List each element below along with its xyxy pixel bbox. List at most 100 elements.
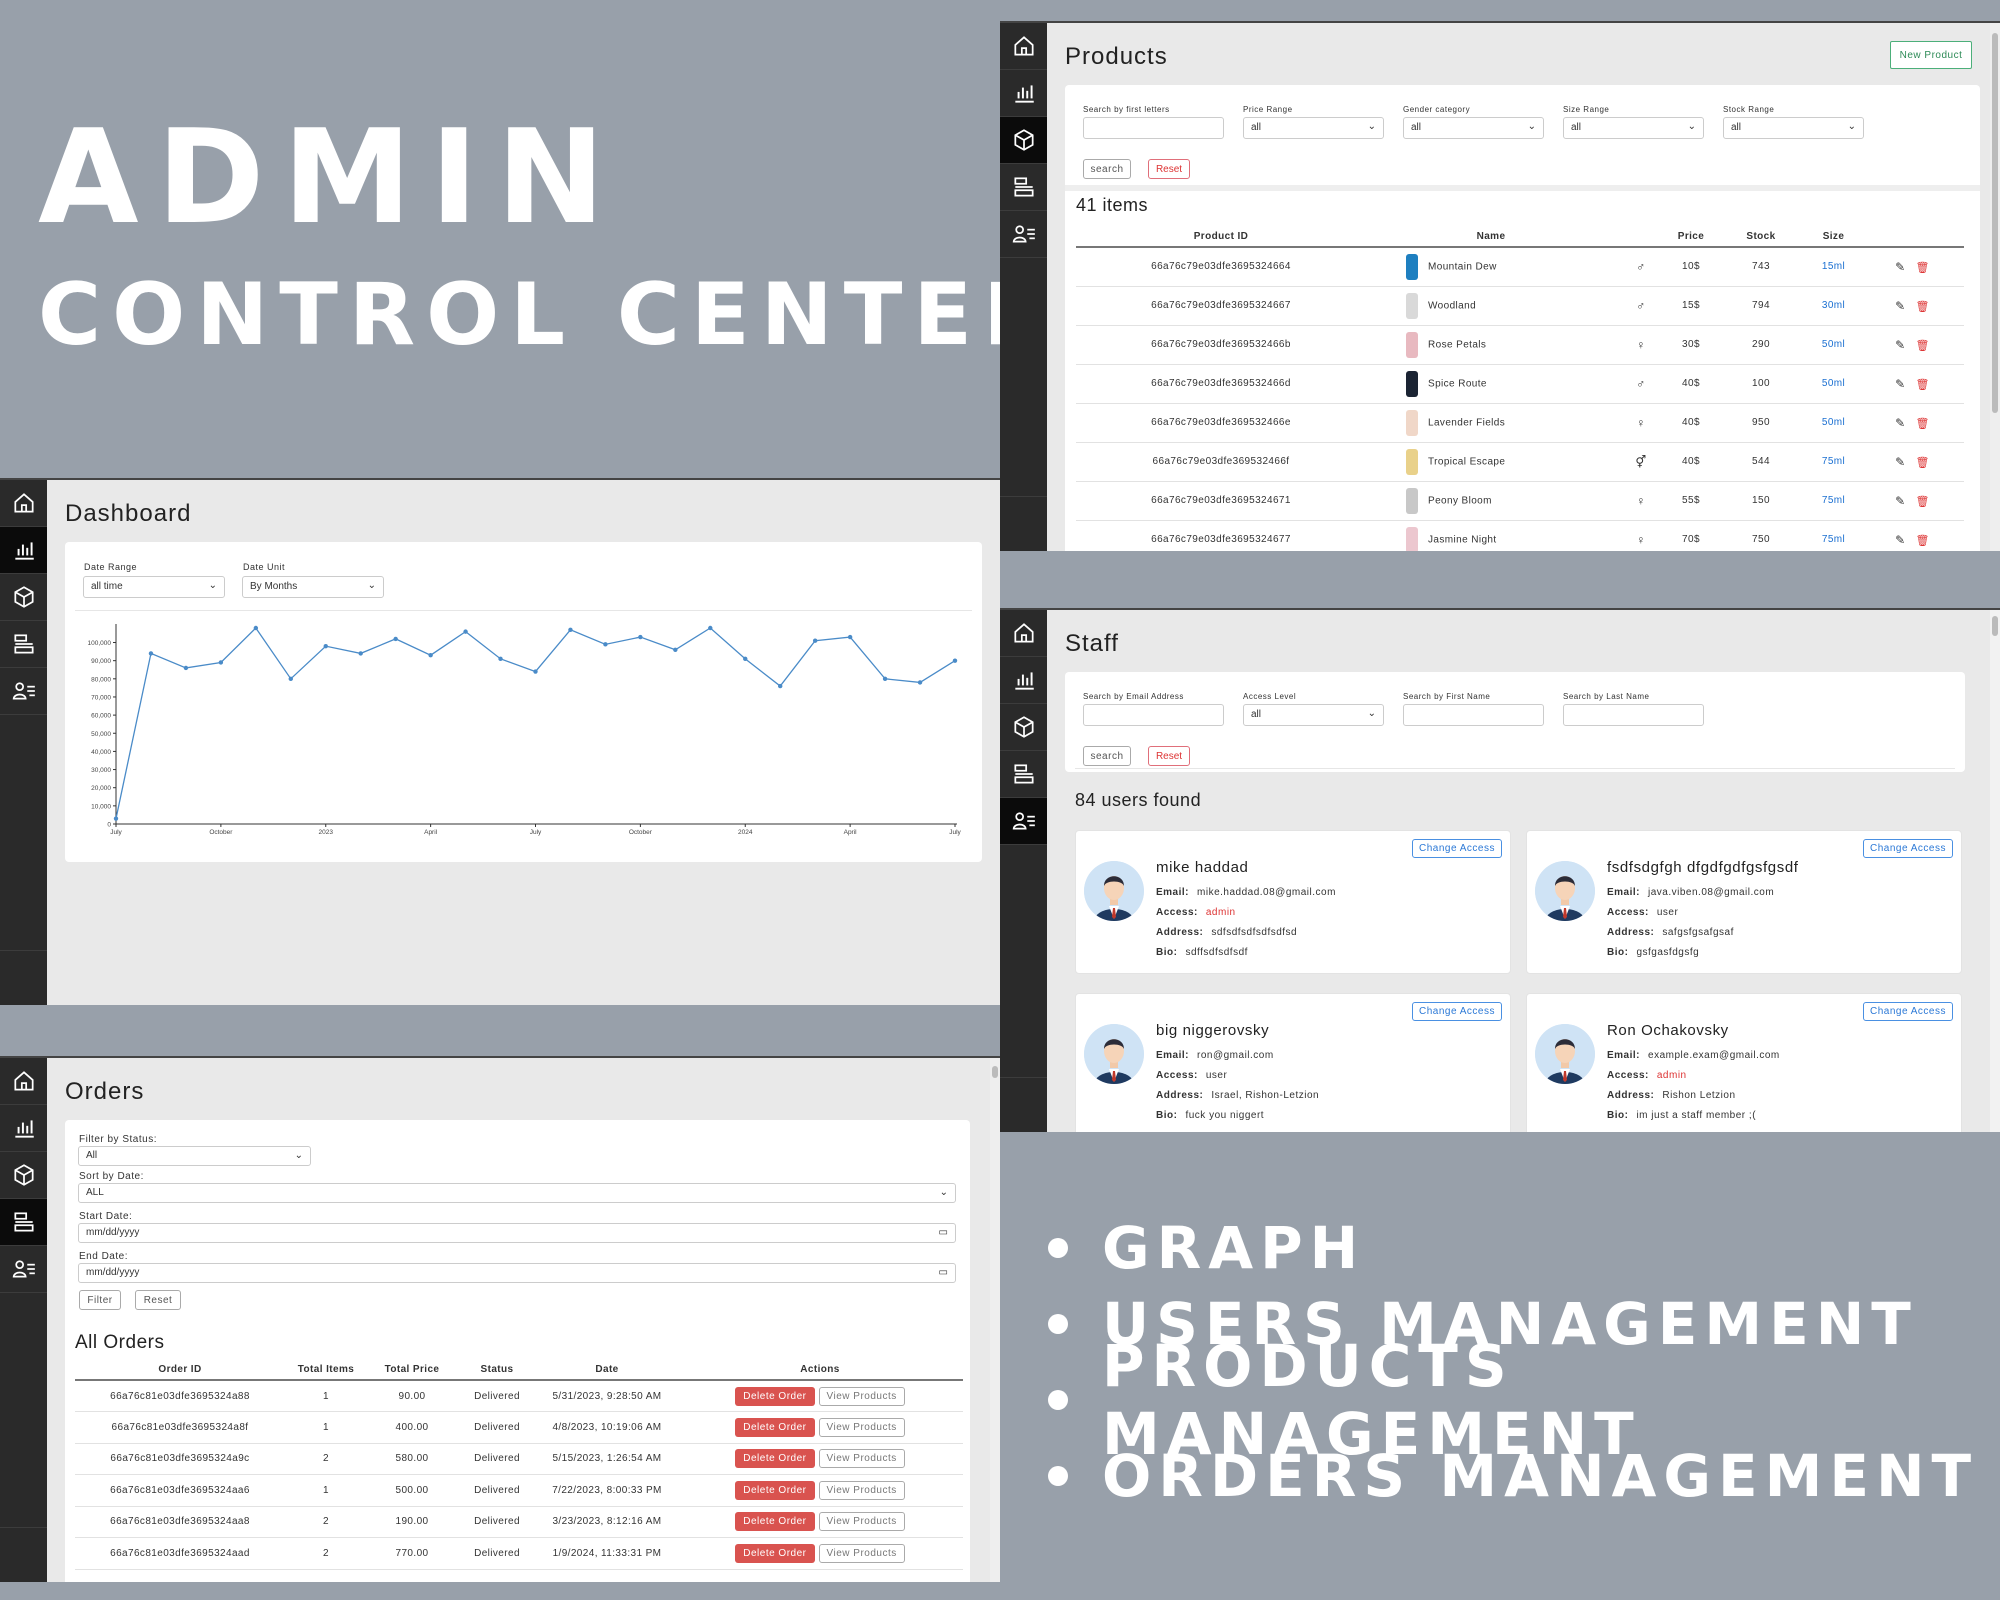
view-products-button[interactable]: View Products	[818, 1417, 905, 1437]
sidebar-item-orders[interactable]	[1000, 751, 1047, 798]
sidebar-item-box[interactable]	[1000, 704, 1047, 751]
trash-icon[interactable]: 🗑	[1916, 496, 1930, 508]
product-image	[1406, 526, 1418, 551]
sidebar-item-staff[interactable]	[0, 668, 47, 715]
delete-order-button[interactable]: Delete Order	[735, 1417, 815, 1437]
search-input[interactable]	[1083, 117, 1224, 139]
scrollbar-thumb[interactable]	[1992, 33, 1998, 413]
sidebar-item-chart[interactable]	[0, 527, 47, 574]
trash-icon[interactable]: 🗑	[1916, 535, 1930, 547]
search-input[interactable]	[1083, 704, 1224, 726]
trash-icon[interactable]: 🗑	[1916, 262, 1930, 274]
sidebar-item-staff[interactable]	[1000, 211, 1047, 258]
access-level-select[interactable]: all ⌄	[1243, 704, 1384, 726]
sidebar-item-orders[interactable]	[0, 621, 47, 668]
logout-button[interactable]	[0, 950, 47, 997]
new-product-button[interactable]: New Product	[1890, 41, 1972, 69]
sidebar-item-home[interactable]	[0, 1058, 47, 1105]
scrollbar[interactable]	[1990, 23, 2000, 551]
view-products-button[interactable]: View Products	[818, 1449, 905, 1469]
sort-select[interactable]: ALL ⌄	[78, 1183, 956, 1203]
sidebar-item-orders[interactable]	[1000, 164, 1047, 211]
search-input[interactable]	[1403, 704, 1544, 726]
end-date-input[interactable]: mm/dd/yyyy ▭	[78, 1263, 956, 1283]
data-point	[743, 656, 748, 662]
delete-order-button[interactable]: Delete Order	[735, 1480, 815, 1500]
sidebar-item-staff[interactable]	[1000, 798, 1047, 845]
trash-icon[interactable]: 🗑	[1916, 418, 1930, 430]
filter-select[interactable]: all ⌄	[1563, 117, 1704, 139]
trash-icon[interactable]: 🗑	[1916, 340, 1930, 352]
edit-icon[interactable]: ✎	[1895, 299, 1905, 313]
edit-icon[interactable]: ✎	[1895, 338, 1905, 352]
calendar-icon[interactable]: ▭	[939, 1267, 948, 1278]
sidebar-item-staff[interactable]	[0, 1246, 47, 1293]
edit-icon[interactable]: ✎	[1895, 260, 1905, 274]
change-access-button[interactable]: Change Access	[1863, 839, 1953, 858]
change-access-button[interactable]: Change Access	[1863, 1002, 1953, 1021]
view-products-button[interactable]: View Products	[818, 1386, 905, 1406]
start-date-input[interactable]: mm/dd/yyyy ▭	[78, 1223, 956, 1243]
edit-icon[interactable]: ✎	[1895, 455, 1905, 469]
reset-button[interactable]: Reset	[135, 1290, 181, 1310]
logout-button[interactable]	[0, 1527, 47, 1574]
table-row[interactable]: 66a76c79e03dfe369532466e Lavender Fields ♀…	[1076, 403, 1964, 443]
table-row[interactable]: 66a76c79e03dfe369532466b Rose Petals ♀ 30$ 2…	[1076, 325, 1964, 365]
search-button[interactable]: search	[1083, 159, 1131, 179]
search-input[interactable]	[1563, 704, 1704, 726]
sidebar-item-orders[interactable]	[0, 1199, 47, 1246]
sidebar-item-chart[interactable]	[1000, 70, 1047, 117]
product-name: Rose Petals	[1428, 339, 1487, 351]
edit-icon[interactable]: ✎	[1895, 533, 1905, 547]
search-button[interactable]: search	[1083, 746, 1131, 766]
status-filter-select[interactable]: All ⌄	[78, 1146, 311, 1166]
sidebar-item-box[interactable]	[0, 1152, 47, 1199]
scrollbar-thumb[interactable]	[992, 1066, 998, 1078]
filter-button[interactable]: Filter	[79, 1290, 121, 1310]
calendar-icon[interactable]: ▭	[939, 1227, 948, 1238]
reset-button[interactable]: Reset	[1148, 159, 1190, 179]
view-products-button[interactable]: View Products	[818, 1512, 905, 1532]
sidebar-item-box[interactable]	[1000, 117, 1047, 164]
sidebar-item-home[interactable]	[1000, 610, 1047, 657]
sidebar-item-home[interactable]	[1000, 23, 1047, 70]
user-access-row: Access: admin	[1156, 907, 1236, 918]
table-row[interactable]: 66a76c79e03dfe3695324664 Mountain Dew ♂ 10$…	[1076, 247, 1964, 287]
scrollbar[interactable]	[1990, 610, 2000, 1132]
table-row[interactable]: 66a76c79e03dfe3695324671 Peony Bloom ♀ 55$ 1…	[1076, 481, 1964, 521]
products-table: Product ID Name Price Stock Size 66a76c7…	[1076, 227, 1964, 551]
sidebar-item-box[interactable]	[0, 574, 47, 621]
filter-select[interactable]: all ⌄	[1723, 117, 1864, 139]
trash-icon[interactable]: 🗑	[1916, 379, 1930, 391]
delete-order-button[interactable]: Delete Order	[735, 1449, 815, 1469]
filter-select[interactable]: all ⌄	[1403, 117, 1544, 139]
sidebar-item-home[interactable]	[0, 480, 47, 527]
change-access-button[interactable]: Change Access	[1412, 839, 1502, 858]
product-stock: 290	[1716, 325, 1806, 365]
change-access-button[interactable]: Change Access	[1412, 1002, 1502, 1021]
delete-order-button[interactable]: Delete Order	[735, 1543, 815, 1563]
staff-panel: Staff Search by Email Address Access Leve…	[1000, 608, 2000, 1132]
table-row[interactable]: 66a76c79e03dfe369532466d Spice Route ♂ 40$ 1…	[1076, 364, 1964, 404]
reset-button[interactable]: Reset	[1148, 746, 1190, 766]
trash-icon[interactable]: 🗑	[1916, 457, 1930, 469]
view-products-button[interactable]: View Products	[818, 1480, 905, 1500]
sidebar-item-chart[interactable]	[1000, 657, 1047, 704]
delete-order-button[interactable]: Delete Order	[735, 1386, 815, 1406]
sidebar-item-chart[interactable]	[0, 1105, 47, 1152]
logout-button[interactable]	[1000, 496, 1047, 543]
table-row[interactable]: 66a76c79e03dfe3695324667 Woodland ♂ 15$ 794 3…	[1076, 286, 1964, 326]
table-row[interactable]: 66a76c79e03dfe369532466f Tropical Escape ⚥…	[1076, 442, 1964, 482]
trash-icon[interactable]: 🗑	[1916, 301, 1930, 313]
edit-icon[interactable]: ✎	[1895, 416, 1905, 430]
scrollbar-thumb[interactable]	[1992, 616, 1998, 636]
view-products-button[interactable]: View Products	[818, 1543, 905, 1563]
data-point	[673, 647, 678, 652]
scrollbar[interactable]	[990, 1058, 1000, 1582]
edit-icon[interactable]: ✎	[1895, 377, 1905, 391]
logout-button[interactable]	[1000, 1077, 1047, 1124]
delete-order-button[interactable]: Delete Order	[735, 1512, 815, 1532]
table-row[interactable]: 66a76c79e03dfe3695324677 Jasmine Night ♀ 70…	[1076, 520, 1964, 551]
edit-icon[interactable]: ✎	[1895, 494, 1905, 508]
filter-select[interactable]: all ⌄	[1243, 117, 1384, 139]
